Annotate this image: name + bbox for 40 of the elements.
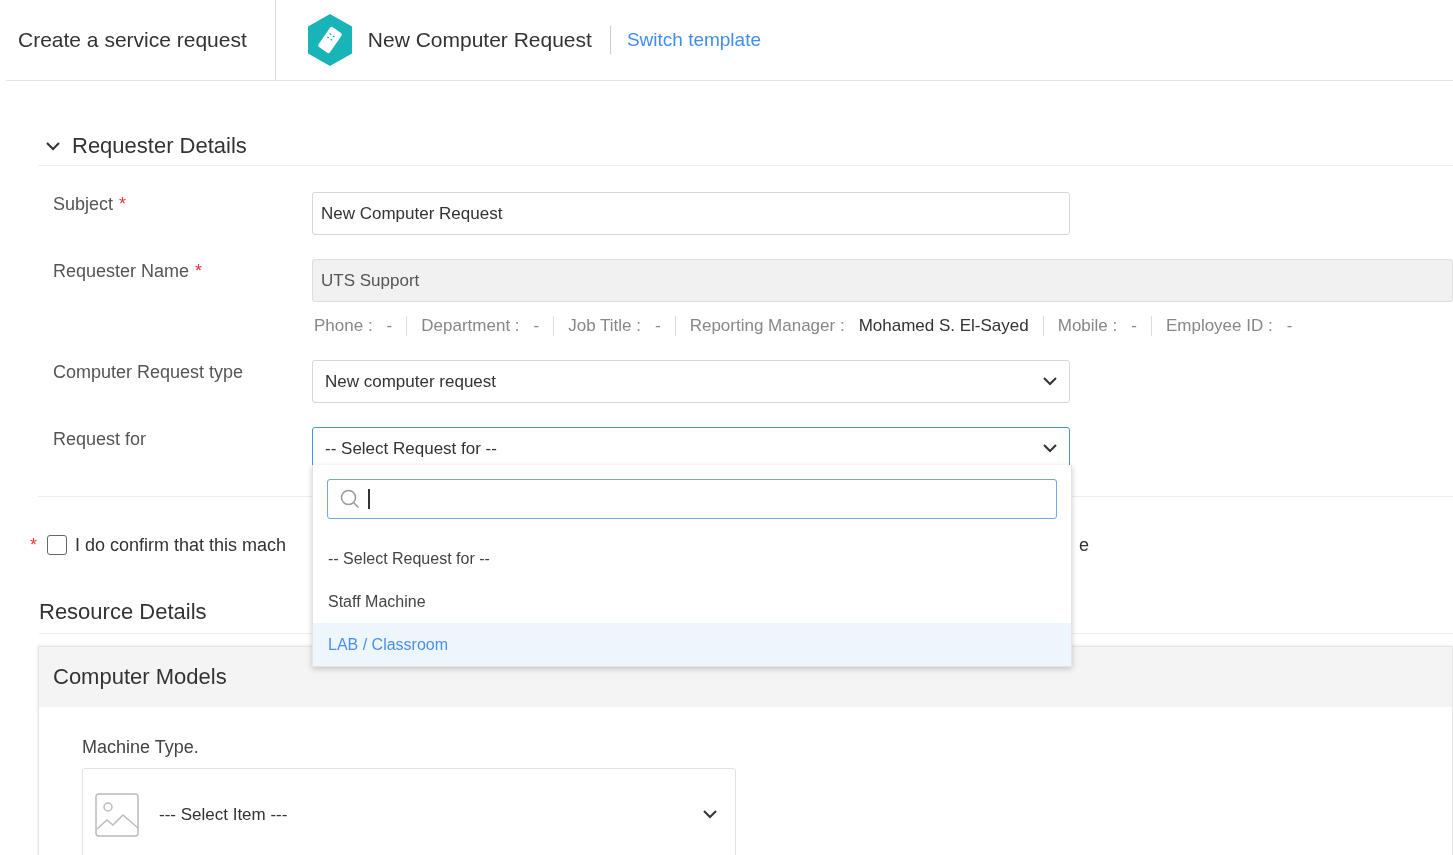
requester-name-field: UTS Support: [312, 259, 1453, 302]
confirm-label: I do confirm that this mach: [75, 534, 287, 556]
chevron-down-icon: [1043, 377, 1057, 386]
info-value: -: [533, 316, 540, 336]
required-mark: *: [195, 261, 203, 281]
info-label: Reporting Manager :: [689, 316, 845, 336]
field-label: Computer Request type: [53, 362, 244, 382]
field-label: Requester Name: [53, 261, 190, 281]
field-label: Machine Type.: [82, 737, 200, 758]
field-label: Request for: [53, 429, 147, 449]
chevron-down-icon[interactable]: [46, 141, 60, 151]
dropdown-option[interactable]: -- Select Request for --: [313, 537, 1071, 580]
confirm-checkbox[interactable]: [47, 535, 67, 555]
item-select[interactable]: --- Select Item ---: [82, 768, 736, 855]
required-mark: *: [30, 534, 37, 556]
required-mark: *: [119, 194, 127, 214]
image-placeholder-icon: [95, 792, 139, 837]
info-value: Mohamed S. El-Sayed: [858, 316, 1029, 336]
page-title: Create a service request: [6, 0, 276, 80]
text-cursor: [368, 489, 370, 509]
chevron-down-icon: [1043, 444, 1057, 453]
confirm-label-end: e: [1079, 534, 1089, 556]
chevron-down-icon: [703, 810, 717, 819]
info-value: -: [655, 316, 661, 336]
info-label: Phone :: [314, 316, 373, 336]
field-label: Subject: [53, 194, 114, 214]
info-label: Mobile :: [1057, 316, 1118, 336]
info-value: -: [1131, 316, 1137, 336]
search-field[interactable]: [327, 479, 1057, 519]
info-label: Job Title :: [568, 316, 641, 336]
template-name: New Computer Request: [367, 26, 611, 54]
info-label: Employee ID :: [1165, 316, 1273, 336]
info-value: -: [386, 316, 393, 336]
select-field[interactable]: New computer request: [312, 360, 1070, 403]
subject-field[interactable]: New Computer Request: [312, 192, 1070, 235]
section-title[interactable]: Requester Details: [72, 133, 247, 159]
ticket-logo-icon: [305, 13, 354, 67]
search-icon: [340, 489, 360, 509]
info-label: Department :: [421, 316, 520, 336]
info-value: -: [1286, 316, 1293, 336]
